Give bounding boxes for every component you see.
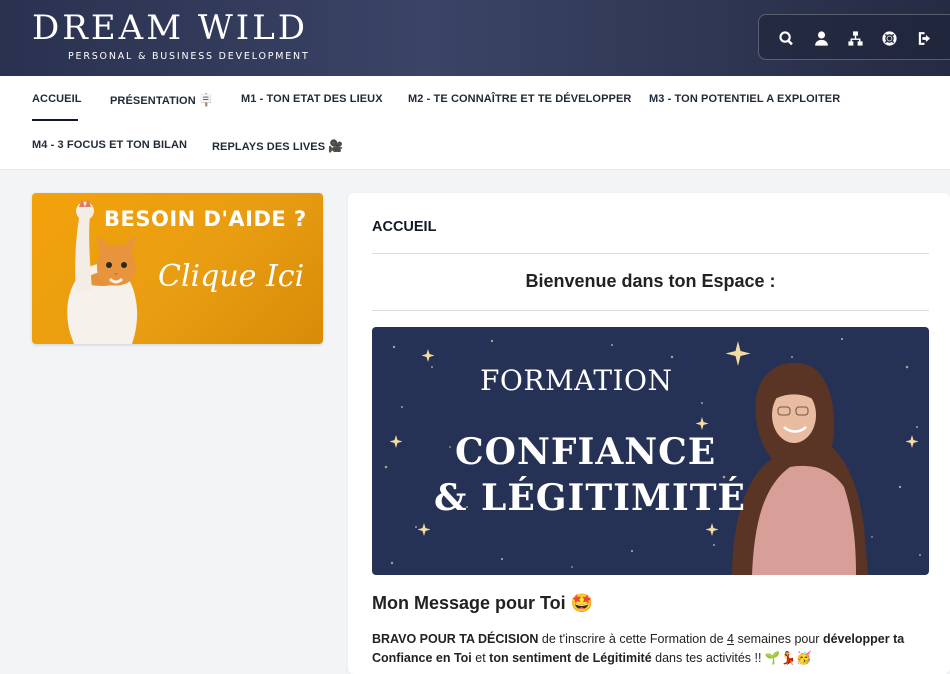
help-banner-title: BESOIN D'AIDE ? (104, 207, 307, 231)
message-text-part: de t'inscrire à cette Formation de (538, 632, 728, 646)
help-banner-subtitle: Clique Ici (158, 259, 305, 294)
top-header: DREAM WILD PERSONAL & BUSINESS DEVELOPME… (0, 0, 950, 76)
message-bold-decision: BRAVO POUR TA DÉCISION (372, 632, 539, 646)
nav-item-replays[interactable]: REPLAYS DES LIVES 🎥 (212, 139, 343, 153)
hero-formation-label: FORMATION (480, 364, 673, 397)
user-icon[interactable] (810, 27, 832, 49)
hero-title-line1: CONFIANCE (455, 431, 717, 473)
help-banner[interactable]: BESOIN D'AIDE ? Clique Ici (32, 193, 323, 344)
nav-item-accueil[interactable]: ACCUEIL (32, 93, 82, 105)
nav-item-label: M4 - 3 FOCUS ET TON BILAN (32, 139, 188, 151)
formation-hero-image: FORMATION CONFIANCE & LÉGITIMITÉ (372, 327, 929, 575)
message-title: Mon Message pour Toi 🤩 (372, 593, 594, 613)
nav-item-m3[interactable]: M3 - TON POTENTIEL A EXPLOITER (649, 93, 840, 105)
nav-item-label: ACCUEIL (32, 93, 82, 105)
signpost-icon: 🪧 (198, 93, 214, 107)
message-text-part: dans tes activités !! 🌱💃🥳 (651, 651, 812, 665)
nav-item-label: PRÉSENTATION (110, 95, 196, 107)
nav-item-m4[interactable]: M4 - 3 FOCUS ET TON BILAN (32, 139, 187, 151)
message-text-part: et (471, 651, 490, 665)
message-text-part: semaines pour (734, 632, 823, 646)
brand-title: DREAM WILD (32, 8, 309, 48)
divider (372, 253, 929, 254)
brand-logo[interactable]: DREAM WILD PERSONAL & BUSINESS DEVELOPME… (32, 8, 332, 66)
page-title: ACCUEIL (372, 219, 437, 235)
life-ring-icon[interactable] (878, 27, 900, 49)
message-paragraph: BRAVO POUR TA DÉCISION de t'inscrire à c… (372, 630, 932, 668)
search-icon[interactable] (775, 27, 797, 49)
weeks-count: 4 (727, 632, 734, 646)
main-nav: ACCUEIL PRÉSENTATION 🪧 M1 - TON ETAT DES … (0, 76, 950, 170)
nav-item-label: REPLAYS DES LIVES (212, 141, 326, 153)
main-content-card: ACCUEIL Bienvenue dans ton Espace : FORM… (348, 193, 950, 674)
active-tab-indicator (32, 119, 78, 121)
user-toolbar (758, 14, 950, 60)
nav-item-m1[interactable]: M1 - TON ETAT DES LIEUX (241, 93, 383, 105)
logout-icon[interactable] (913, 27, 935, 49)
divider (372, 310, 929, 311)
video-camera-icon: 🎥 (328, 139, 344, 153)
brand-subtitle: PERSONAL & BUSINESS DEVELOPMENT (68, 51, 310, 62)
welcome-heading: Bienvenue dans ton Espace : (525, 271, 776, 291)
sitemap-icon[interactable] (844, 27, 866, 49)
hero-title-line2: & LÉGITIMITÉ (434, 477, 746, 519)
nav-item-presentation[interactable]: PRÉSENTATION 🪧 (110, 93, 214, 107)
nav-item-label: M3 - TON POTENTIEL A EXPLOITER (649, 93, 841, 105)
message-bold-legitimacy: ton sentiment de Légitimité (489, 651, 652, 665)
nav-item-m2[interactable]: M2 - TE CONNAÎTRE ET TE DÉVELOPPER (408, 93, 631, 105)
nav-item-label: M2 - TE CONNAÎTRE ET TE DÉVELOPPER (408, 93, 632, 105)
nav-item-label: M1 - TON ETAT DES LIEUX (241, 93, 383, 105)
